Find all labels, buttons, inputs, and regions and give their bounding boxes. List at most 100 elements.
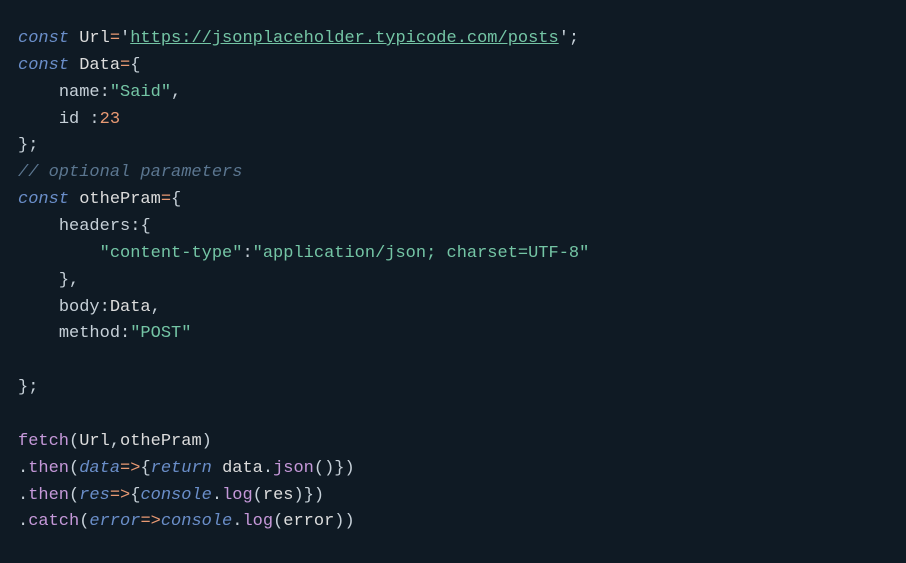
brace-open: { [130,56,140,75]
string-value: "POST" [130,324,191,343]
brace-close: }, [59,271,79,290]
variable-data: Data [79,56,120,75]
code-line: .then(data=>{return data.json()}) [18,456,888,483]
method-then: then [28,459,69,478]
comma: , [151,298,161,317]
property-content-type: "content-type" [100,244,243,263]
brace-close: }; [18,378,38,397]
arrow: => [120,459,140,478]
property-id: id [59,110,90,129]
paren-close: ) [314,486,324,505]
dot: . [18,486,28,505]
arrow: => [140,512,160,531]
code-line: method:"POST" [18,321,888,348]
indent [18,83,59,102]
brace-open: { [130,486,140,505]
method-json: json [273,459,314,478]
method-catch: catch [28,512,79,531]
method-log: log [242,512,273,531]
brace-open: { [171,190,181,209]
brace-open: { [140,459,150,478]
param-error: error [89,512,140,531]
code-line: const othePram={ [18,187,888,214]
variable: data [222,459,263,478]
colon: : [130,217,140,236]
paren-open: ( [79,512,89,531]
paren-close: ) [345,459,355,478]
paren-open: ( [314,459,324,478]
code-line: // optional parameters [18,160,888,187]
dot: . [18,459,28,478]
variable-othepram: othePram [79,190,161,209]
param-res: res [79,486,110,505]
variable-url: Url [79,29,110,48]
keyword-return: return [151,459,212,478]
code-line: "content-type":"application/json; charse… [18,241,888,268]
code-editor: const Url='https://jsonplaceholder.typic… [18,26,888,536]
dot: . [263,459,273,478]
indent [18,217,59,236]
url-link[interactable]: https://jsonplaceholder.typicode.com/pos… [130,29,558,48]
code-line: fetch(Url,othePram) [18,429,888,456]
argument: res [263,486,294,505]
brace-open: { [140,217,150,236]
console: console [161,512,232,531]
colon: : [242,244,252,263]
operator-eq: = [110,29,120,48]
code-line [18,348,888,375]
brace-close: } [334,459,344,478]
indent [18,110,59,129]
colon: : [89,110,99,129]
keyword-const: const [18,56,69,75]
property-method: method [59,324,120,343]
indent [18,244,100,263]
code-line: body:Data, [18,295,888,322]
paren-close: ) [345,512,355,531]
code-line: }; [18,375,888,402]
dot: . [18,512,28,531]
code-line: const Url='https://jsonplaceholder.typic… [18,26,888,53]
code-line: const Data={ [18,53,888,80]
paren-open: ( [253,486,263,505]
quote: ' [559,29,569,48]
argument: othePram [120,432,202,451]
brace-close: }; [18,136,38,155]
paren-close: ) [202,432,212,451]
number-value: 23 [100,110,120,129]
colon: : [100,83,110,102]
property-headers: headers [59,217,130,236]
colon: : [100,298,110,317]
paren-close: ) [334,512,344,531]
dot: . [212,486,222,505]
space [212,459,222,478]
code-line: name:"Said", [18,80,888,107]
indent [18,298,59,317]
colon: : [120,324,130,343]
paren-open: ( [273,512,283,531]
property-body: body [59,298,100,317]
code-line: .then(res=>{console.log(res)}) [18,483,888,510]
dot: . [232,512,242,531]
code-line: id :23 [18,107,888,134]
code-line [18,402,888,429]
keyword-const: const [18,190,69,209]
paren-open: ( [69,459,79,478]
indent [18,324,59,343]
paren-close: ) [293,486,303,505]
comma: , [171,83,181,102]
code-line: }; [18,133,888,160]
paren-open: ( [69,432,79,451]
method-log: log [222,486,253,505]
operator-eq: = [120,56,130,75]
indent [18,271,59,290]
semicolon: ; [569,29,579,48]
argument: Url [79,432,110,451]
param-data: data [79,459,120,478]
property-name: name [59,83,100,102]
comma: , [110,432,120,451]
paren-open: ( [69,486,79,505]
code-line: headers:{ [18,214,888,241]
comment: // optional parameters [18,163,242,182]
argument: error [283,512,334,531]
string-value: "application/json; charset=UTF-8" [253,244,590,263]
